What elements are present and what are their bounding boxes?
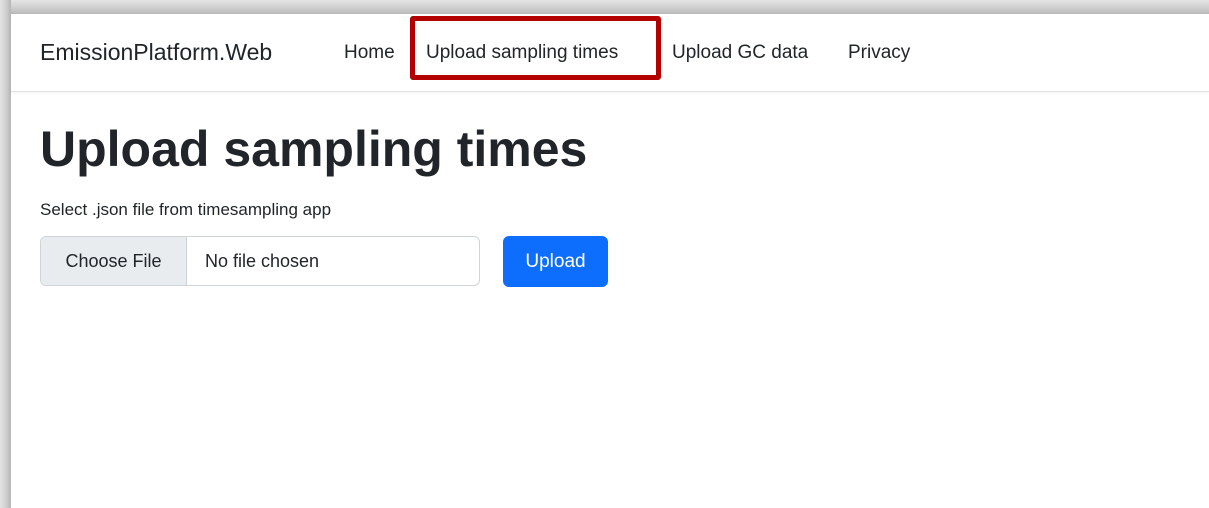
nav-link-privacy[interactable]: Privacy [848,41,910,65]
nav-link-upload-sampling-times[interactable]: Upload sampling times [426,41,618,65]
navbar-brand[interactable]: EmissionPlatform.Web [40,38,272,66]
file-input[interactable]: Choose File No file chosen [40,236,480,286]
navbar: EmissionPlatform.Web Home Upload samplin… [11,14,1209,92]
nav-link-home[interactable]: Home [344,41,395,65]
frame-shadow-left [0,0,11,508]
nav-link-upload-gc-data[interactable]: Upload GC data [672,41,808,65]
frame-shadow-top [0,0,1209,14]
upload-button[interactable]: Upload [503,236,608,287]
page-title: Upload sampling times [40,121,588,177]
screenshot: EmissionPlatform.Web Home Upload samplin… [0,0,1209,508]
instruction-text: Select .json file from timesampling app [40,200,332,219]
file-status-text: No file chosen [205,251,320,271]
choose-file-button[interactable]: Choose File [41,237,187,285]
browser-page: EmissionPlatform.Web Home Upload samplin… [11,14,1209,508]
